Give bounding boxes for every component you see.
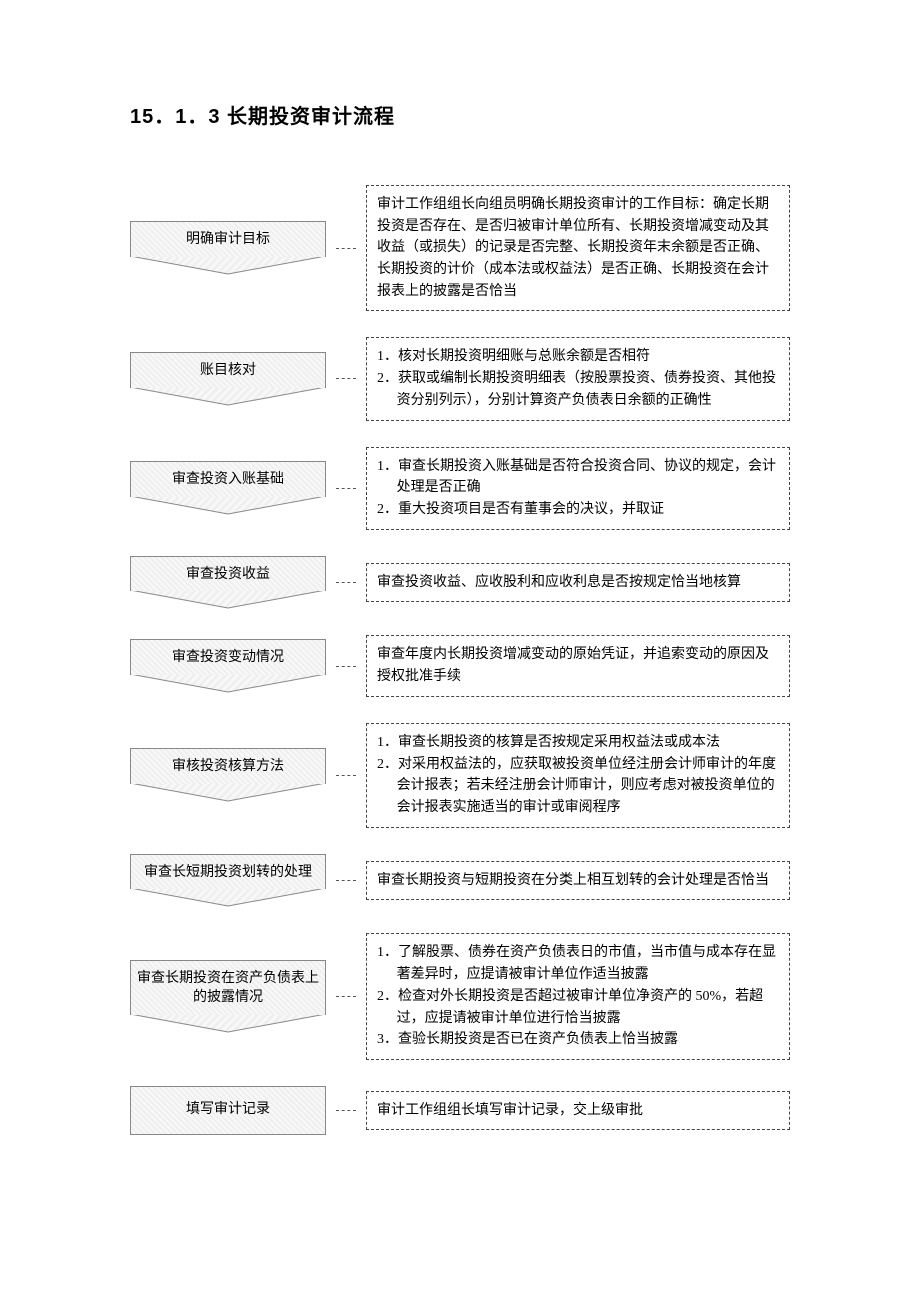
- step-wrapper: 账目核对: [130, 352, 326, 406]
- description-line: 2．对采用权益法的，应获取被投资单位经注册会计师审计的年度会计报表；若未经注册会…: [377, 754, 779, 819]
- chevron-down-icon: [130, 497, 326, 515]
- connector-line: [336, 996, 356, 997]
- flow-row: 明确审计目标 审计工作组组长向组员明确长期投资审计的工作目标：确定长期投资是否存…: [130, 185, 790, 311]
- flow-rows: 明确审计目标 审计工作组组长向组员明确长期投资审计的工作目标：确定长期投资是否存…: [130, 185, 790, 1135]
- connector-line: [336, 582, 356, 583]
- step-description: 1．核对长期投资明细账与总账余额是否相符2．获取或编制长期投资明细表（按股票投资…: [366, 337, 790, 420]
- connector-line: [336, 488, 356, 489]
- description-line: 1．审查长期投资入账基础是否符合投资合同、协议的规定，会计处理是否正确: [377, 456, 779, 499]
- step-label: 填写审计记录: [130, 1086, 326, 1135]
- description-line: 审计工作组组长向组员明确长期投资审计的工作目标：确定长期投资是否存在、是否归被审…: [377, 194, 779, 302]
- step-label: 审核投资核算方法: [130, 748, 326, 784]
- flow-row: 审查投资收益 审查投资收益、应收股利和应收利息是否按规定恰当地核算: [130, 556, 790, 610]
- flow-step: 填写审计记录: [130, 1086, 326, 1135]
- flow-step: 审核投资核算方法: [130, 748, 326, 802]
- chevron-down-icon: [130, 1015, 326, 1033]
- step-label: 审查长短期投资划转的处理: [130, 854, 326, 890]
- step-label: 账目核对: [130, 352, 326, 388]
- step-wrapper: 审查长短期投资划转的处理: [130, 854, 326, 908]
- description-line: 1．审查长期投资的核算是否按规定采用权益法或成本法: [377, 732, 779, 754]
- description-line: 审查投资收益、应收股利和应收利息是否按规定恰当地核算: [377, 572, 779, 594]
- chevron-down-icon: [130, 675, 326, 693]
- flow-row: 审查长短期投资划转的处理 审查长期投资与短期投资在分类上相互划转的会计处理是否恰…: [130, 854, 790, 908]
- description-line: 3．查验长期投资是否已在资产负债表上恰当披露: [377, 1029, 779, 1051]
- flow-row: 审查投资入账基础 1．审查长期投资入账基础是否符合投资合同、协议的规定，会计处理…: [130, 447, 790, 530]
- connector-line: [336, 378, 356, 379]
- flow-row: 账目核对 1．核对长期投资明细账与总账余额是否相符2．获取或编制长期投资明细表（…: [130, 337, 790, 420]
- connector-line: [336, 880, 356, 881]
- step-wrapper: 填写审计记录: [130, 1086, 326, 1135]
- step-wrapper: 审查投资入账基础: [130, 461, 326, 515]
- step-description: 1．了解股票、债券在资产负债表日的市值，当市值与成本存在显著差异时，应提请被审计…: [366, 933, 790, 1059]
- section-title: 15．1．3 长期投资审计流程: [130, 100, 790, 129]
- description-line: 审查年度内长期投资增减变动的原始凭证，并追索变动的原因及授权批准手续: [377, 644, 779, 687]
- connector-line: [336, 248, 356, 249]
- flow-step: 明确审计目标: [130, 221, 326, 275]
- step-label: 审查投资入账基础: [130, 461, 326, 497]
- description-line: 1．了解股票、债券在资产负债表日的市值，当市值与成本存在显著差异时，应提请被审计…: [377, 942, 779, 985]
- description-line: 2．获取或编制长期投资明细表（按股票投资、债券投资、其他投资分别列示），分别计算…: [377, 368, 779, 411]
- flow-step: 审查长期投资在资产负债表上的披露情况: [130, 960, 326, 1033]
- page: 15．1．3 长期投资审计流程 明确审计目标 审计工作组组长向组员明确长期投资审…: [0, 0, 920, 1195]
- step-description: 1．审查长期投资入账基础是否符合投资合同、协议的规定，会计处理是否正确2．重大投…: [366, 447, 790, 530]
- step-label: 审查长期投资在资产负债表上的披露情况: [130, 960, 326, 1015]
- connector-line: [336, 666, 356, 667]
- step-description: 审查长期投资与短期投资在分类上相互划转的会计处理是否恰当: [366, 861, 790, 901]
- step-wrapper: 明确审计目标: [130, 221, 326, 275]
- description-line: 2．重大投资项目是否有董事会的决议，并取证: [377, 499, 779, 521]
- step-wrapper: 审查投资变动情况: [130, 639, 326, 693]
- step-description: 审查年度内长期投资增减变动的原始凭证，并追索变动的原因及授权批准手续: [366, 635, 790, 696]
- chevron-down-icon: [130, 784, 326, 802]
- flow-step: 审查投资收益: [130, 556, 326, 610]
- connector-line: [336, 775, 356, 776]
- step-label: 明确审计目标: [130, 221, 326, 257]
- flow-row: 审查长期投资在资产负债表上的披露情况 1．了解股票、债券在资产负债表日的市值，当…: [130, 933, 790, 1059]
- step-description: 1．审查长期投资的核算是否按规定采用权益法或成本法2．对采用权益法的，应获取被投…: [366, 723, 790, 828]
- step-wrapper: 审查长期投资在资产负债表上的披露情况: [130, 960, 326, 1033]
- description-line: 审查长期投资与短期投资在分类上相互划转的会计处理是否恰当: [377, 870, 779, 892]
- flow-row: 填写审计记录 审计工作组组长填写审计记录，交上级审批: [130, 1086, 790, 1135]
- step-label: 审查投资收益: [130, 556, 326, 592]
- flow-step: 审查长短期投资划转的处理: [130, 854, 326, 908]
- flow-step: 审查投资变动情况: [130, 639, 326, 693]
- description-line: 2．检查对外长期投资是否超过被审计单位净资产的 50%，若超过，应提请被审计单位…: [377, 986, 779, 1029]
- step-wrapper: 审查投资收益: [130, 556, 326, 610]
- step-label: 审查投资变动情况: [130, 639, 326, 675]
- description-line: 1．核对长期投资明细账与总账余额是否相符: [377, 346, 779, 368]
- flow-step: 审查投资入账基础: [130, 461, 326, 515]
- flow-step: 账目核对: [130, 352, 326, 406]
- step-description: 审计工作组组长向组员明确长期投资审计的工作目标：确定长期投资是否存在、是否归被审…: [366, 185, 790, 311]
- step-description: 审计工作组组长填写审计记录，交上级审批: [366, 1091, 790, 1131]
- chevron-down-icon: [130, 591, 326, 609]
- flow-row: 审核投资核算方法 1．审查长期投资的核算是否按规定采用权益法或成本法2．对采用权…: [130, 723, 790, 828]
- step-wrapper: 审核投资核算方法: [130, 748, 326, 802]
- chevron-down-icon: [130, 388, 326, 406]
- description-line: 审计工作组组长填写审计记录，交上级审批: [377, 1100, 779, 1122]
- connector-line: [336, 1110, 356, 1111]
- step-description: 审查投资收益、应收股利和应收利息是否按规定恰当地核算: [366, 563, 790, 603]
- flow-row: 审查投资变动情况 审查年度内长期投资增减变动的原始凭证，并追索变动的原因及授权批…: [130, 635, 790, 696]
- chevron-down-icon: [130, 257, 326, 275]
- chevron-down-icon: [130, 889, 326, 907]
